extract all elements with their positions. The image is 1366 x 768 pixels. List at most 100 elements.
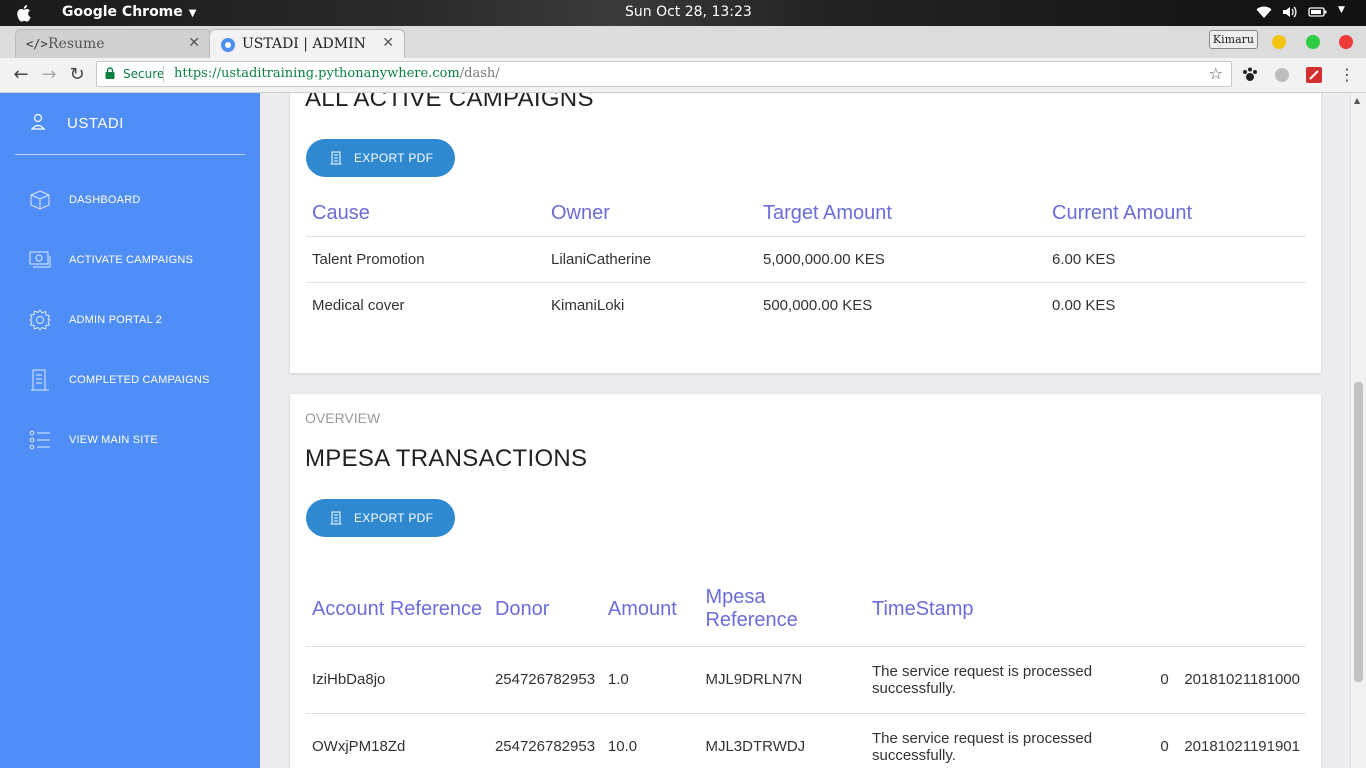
table-row[interactable]: Medical cover KimaniLoki 500,000.00 KES … xyxy=(306,281,1306,328)
sidebar-item-view-main-site[interactable]: VIEW MAIN SITE xyxy=(29,429,249,453)
lock-icon xyxy=(105,67,115,79)
url-text: https://ustaditraining.pythonanywhere.co… xyxy=(174,66,500,81)
cell-result-description: The service request is processed success… xyxy=(866,712,1155,768)
close-icon[interactable]: ✕ xyxy=(188,35,200,51)
address-bar: ← → ↻ Secure https://ustaditraining.pyth… xyxy=(0,58,1366,93)
app-name: Google Chrome xyxy=(62,4,183,20)
card-category: OVERVIEW xyxy=(305,410,381,426)
cell-result-code: 0 xyxy=(1154,645,1179,713)
column-header[interactable]: Owner xyxy=(545,192,757,236)
divider xyxy=(163,66,164,82)
table-row[interactable]: Talent Promotion LilaniCatherine 5,000,0… xyxy=(306,235,1306,282)
card-title: MPESA TRANSACTIONS xyxy=(305,445,588,472)
table-header-row: Cause Owner Target Amount Current Amount xyxy=(306,192,1306,236)
wifi-icon[interactable] xyxy=(1256,5,1272,19)
cell-mpesa-reference: MJL9DRLN7N xyxy=(699,645,866,713)
menu-kebab-icon[interactable]: ⋮ xyxy=(1336,64,1358,86)
column-header xyxy=(1178,573,1306,646)
reload-icon[interactable]: ↻ xyxy=(66,64,88,86)
tab-ustadi-admin[interactable]: USTADI | ADMIN ✕ xyxy=(209,29,405,58)
extension-red-icon[interactable] xyxy=(1305,66,1323,84)
divider xyxy=(15,154,245,155)
cell-result-code: 0 xyxy=(1154,712,1179,768)
column-header[interactable]: Current Amount xyxy=(1046,192,1306,236)
cell-owner: LilaniCatherine xyxy=(545,235,757,282)
os-menubar: Google Chrome ▼ Sun Oct 28, 13:23 ▼ xyxy=(0,0,1366,26)
table-row[interactable]: OWxjPM18Zd 254726782953 10.0 MJL3DTRWDJ … xyxy=(306,712,1306,768)
brand-name: USTADI xyxy=(67,115,124,132)
clock[interactable]: Sun Oct 28, 13:23 xyxy=(625,4,752,20)
sidebar-item-activate-campaigns[interactable]: ACTIVATE CAMPAIGNS xyxy=(29,249,249,273)
column-header[interactable]: TimeStamp xyxy=(866,573,1154,646)
page-scrollbar[interactable]: ▲ xyxy=(1350,93,1366,768)
table-row[interactable]: IziHbDa8jo 254726782953 1.0 MJL9DRLN7N T… xyxy=(306,645,1306,713)
forward-arrow-icon[interactable]: → xyxy=(38,64,60,86)
cell-current-amount: 0.00 KES xyxy=(1046,281,1306,328)
active-app-menu[interactable]: Google Chrome ▼ xyxy=(62,4,196,20)
tab-label: Resume xyxy=(48,36,105,52)
tab-strip: </> Resume ✕ USTADI | ADMIN ✕ Kimaru xyxy=(0,26,1366,76)
chevron-down-icon[interactable]: ▼ xyxy=(1338,5,1346,19)
button-label: EXPORT PDF xyxy=(354,151,434,165)
cell-amount: 10.0 xyxy=(601,712,700,768)
secure-label: Secure xyxy=(123,67,165,81)
money-icon xyxy=(29,251,51,268)
table-header-row: Account Reference Donor Amount Mpesa Ref… xyxy=(306,573,1306,646)
cell-donor: 254726782953 xyxy=(488,712,602,768)
cell-result-description: The service request is processed success… xyxy=(866,645,1155,713)
url-host: https://ustaditraining.pythonanywhere.co… xyxy=(174,66,460,81)
cell-mpesa-reference: MJL3DTRWDJ xyxy=(699,712,866,768)
tab-resume[interactable]: </> Resume ✕ xyxy=(15,29,211,58)
transactions-card: OVERVIEW MPESA TRANSACTIONS EXPORT PDF A… xyxy=(290,394,1321,768)
main-content: ALL ACTIVE CAMPAIGNS EXPORT PDF Cause Ow… xyxy=(260,93,1351,768)
column-header[interactable]: Cause xyxy=(306,192,545,236)
receipt-icon xyxy=(31,369,49,391)
campaigns-table: Cause Owner Target Amount Current Amount… xyxy=(306,192,1306,328)
export-pdf-button[interactable]: EXPORT PDF xyxy=(306,499,455,537)
close-icon[interactable]: ✕ xyxy=(382,35,394,51)
url-path: /dash/ xyxy=(459,66,500,81)
campaigns-card: ALL ACTIVE CAMPAIGNS EXPORT PDF Cause Ow… xyxy=(290,93,1321,373)
sidebar-item-label: ADMIN PORTAL 2 xyxy=(69,314,163,326)
url-field[interactable]: Secure https://ustaditraining.pythonanyw… xyxy=(96,61,1232,87)
apple-icon[interactable] xyxy=(14,3,34,23)
column-header xyxy=(1154,573,1178,646)
extension-circle-icon[interactable] xyxy=(1273,66,1291,84)
tab-label: USTADI | ADMIN xyxy=(242,36,366,52)
close-window-button[interactable] xyxy=(1339,35,1353,49)
maximize-button[interactable] xyxy=(1306,35,1320,49)
scroll-up-arrow-icon[interactable]: ▲ xyxy=(1354,96,1360,105)
cell-target-amount: 5,000,000.00 KES xyxy=(757,235,1046,282)
column-header[interactable]: Donor xyxy=(489,573,602,646)
cell-target-amount: 500,000.00 KES xyxy=(757,281,1046,328)
button-label: EXPORT PDF xyxy=(354,511,434,525)
sidebar: USTADI DASHBOARD ACTIVATE CAMPAIGNS ADMI… xyxy=(0,93,260,768)
star-icon[interactable]: ☆ xyxy=(1209,64,1223,83)
column-header[interactable]: Account Reference xyxy=(306,573,489,646)
minimize-button[interactable] xyxy=(1272,35,1286,49)
column-header[interactable]: Target Amount xyxy=(757,192,1046,236)
volume-icon[interactable] xyxy=(1282,5,1298,19)
cell-account-reference: IziHbDa8jo xyxy=(306,645,489,713)
column-header[interactable]: Amount xyxy=(602,573,700,646)
export-pdf-button[interactable]: EXPORT PDF xyxy=(306,139,455,177)
document-icon xyxy=(330,151,342,165)
profile-button[interactable]: Kimaru xyxy=(1208,30,1258,49)
column-header[interactable]: Mpesa Reference xyxy=(699,573,866,646)
scrollbar-thumb[interactable] xyxy=(1354,382,1363,682)
sidebar-item-dashboard[interactable]: DASHBOARD xyxy=(29,189,249,213)
sidebar-item-label: COMPLETED CAMPAIGNS xyxy=(69,374,210,386)
cube-icon xyxy=(30,190,50,210)
sidebar-item-completed-campaigns[interactable]: COMPLETED CAMPAIGNS xyxy=(29,369,249,393)
back-arrow-icon[interactable]: ← xyxy=(10,64,32,86)
battery-icon[interactable] xyxy=(1308,5,1328,19)
card-title: ALL ACTIVE CAMPAIGNS xyxy=(305,93,594,112)
sidebar-item-label: VIEW MAIN SITE xyxy=(69,434,158,446)
sidebar-item-admin-portal-2[interactable]: ADMIN PORTAL 2 xyxy=(29,309,249,333)
cell-timestamp: 20181021181000 xyxy=(1178,645,1306,713)
document-icon xyxy=(330,511,342,525)
extension-paw-icon[interactable] xyxy=(1241,66,1259,84)
caret-down-icon: ▼ xyxy=(188,8,197,19)
cell-cause: Talent Promotion xyxy=(306,235,545,282)
sidebar-item-label: ACTIVATE CAMPAIGNS xyxy=(69,254,194,266)
